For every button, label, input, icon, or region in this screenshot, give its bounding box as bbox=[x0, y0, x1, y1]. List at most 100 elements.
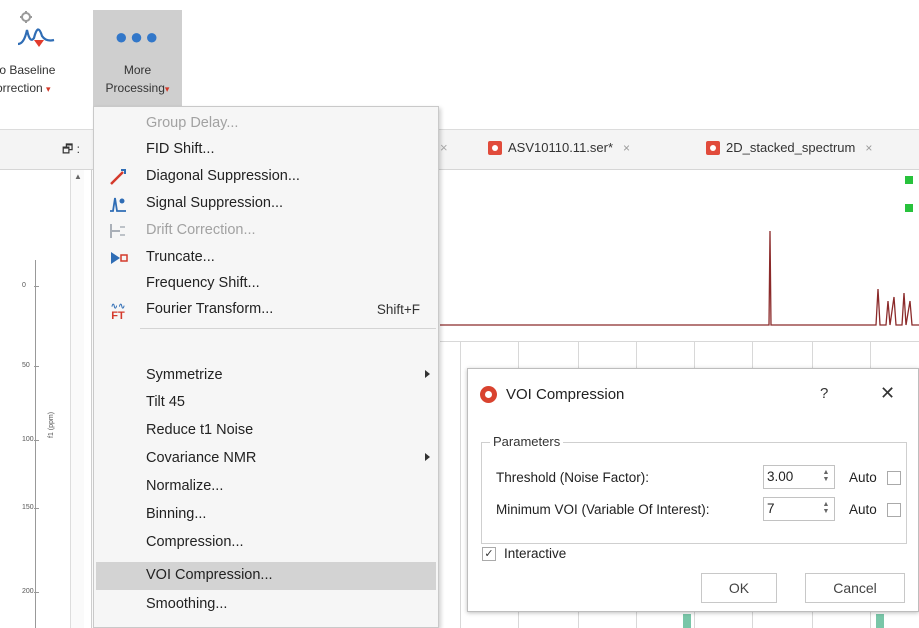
more-label-2-wrap: Processing▾ bbox=[93, 80, 182, 97]
menu-item-frequency-shift[interactable]: Frequency Shift... bbox=[94, 271, 438, 297]
min-voi-auto-checkbox[interactable] bbox=[887, 503, 901, 517]
menu-item-voi-compression[interactable]: VOI Compression... bbox=[96, 562, 436, 590]
axis-tick: 50 bbox=[22, 362, 39, 369]
grid-line bbox=[460, 341, 461, 628]
axis-tick: 200 bbox=[22, 588, 39, 595]
axis-tick: 0 bbox=[22, 282, 39, 289]
baseline-correction-icon bbox=[17, 11, 55, 47]
close-button[interactable]: ✕ bbox=[880, 383, 895, 404]
menu-item-label: Normalize... bbox=[146, 478, 224, 494]
baseline-label-1: to Baseline bbox=[0, 63, 56, 77]
menu-item-label: Tilt 45 bbox=[146, 394, 185, 410]
more-label-2: Processing bbox=[105, 81, 165, 95]
menu-item-binning[interactable]: Binning... bbox=[94, 502, 438, 528]
menu-item-truncate[interactable]: Truncate... bbox=[94, 245, 438, 271]
submenu-arrow-icon bbox=[425, 370, 430, 378]
ok-button[interactable]: OK bbox=[701, 573, 777, 603]
ft-icon-text: FT bbox=[111, 310, 125, 322]
menu-item-group-delay[interactable]: Group Delay... bbox=[94, 111, 438, 137]
menu-item-label: FID Shift... bbox=[146, 141, 215, 157]
threshold-spinner[interactable]: ▲ ▼ bbox=[820, 469, 832, 483]
contour-blob bbox=[683, 614, 691, 628]
grid-line bbox=[440, 341, 919, 342]
close-icon[interactable]: × bbox=[623, 141, 630, 155]
tab-2d-stacked-spectrum[interactable]: 2D_stacked_spectrum × bbox=[706, 140, 872, 155]
axis-label: f1 (ppm) bbox=[48, 411, 55, 438]
more-label-1: More bbox=[123, 63, 152, 77]
menu-item-compression[interactable]: Compression... bbox=[94, 530, 438, 556]
menu-item-reduce-t1-noise[interactable]: Reduce t1 Noise bbox=[94, 418, 438, 444]
tab-label: 2D_stacked_spectrum bbox=[726, 140, 856, 155]
axis-panel: 0 50 100 150 200 f1 (ppm) ▲ bbox=[0, 170, 92, 628]
close-icon[interactable]: × bbox=[865, 141, 872, 155]
dialog-title: VOI Compression bbox=[506, 386, 625, 403]
menu-item-tilt-45[interactable]: Tilt 45 bbox=[94, 390, 438, 416]
min-voi-spinner[interactable]: ▲ ▼ bbox=[820, 501, 832, 515]
chevron-down-icon: ▾ bbox=[46, 84, 51, 94]
menu-item-label: Frequency Shift... bbox=[146, 275, 260, 291]
close-icon[interactable]: × bbox=[440, 140, 448, 155]
menu-item-smoothing[interactable]: Smoothing... bbox=[94, 592, 438, 618]
spectrum-trace bbox=[440, 230, 919, 326]
auto-baseline-correction-button[interactable]: to Baseline orrection ▾ bbox=[0, 8, 92, 104]
menu-item-drift-correction[interactable]: Drift Correction... bbox=[94, 218, 438, 244]
app-logo-icon bbox=[480, 386, 497, 403]
document-icon bbox=[488, 140, 502, 155]
menu-separator bbox=[140, 328, 436, 329]
menu-item-label: Drift Correction... bbox=[146, 222, 256, 238]
menu-item-signal-suppression[interactable]: Signal Suppression... bbox=[94, 191, 438, 217]
axis-tick: 150 bbox=[22, 504, 39, 511]
parameters-group: Parameters Threshold (Noise Factor): 3.0… bbox=[481, 434, 907, 544]
menu-item-normalize[interactable]: Normalize... bbox=[94, 474, 438, 500]
more-processing-menu: Group Delay... FID Shift... Diagonal Sup… bbox=[93, 106, 439, 628]
menu-item-label: Fourier Transform... bbox=[146, 301, 274, 317]
help-button[interactable]: ? bbox=[820, 385, 828, 402]
menu-item-label: Smoothing... bbox=[146, 596, 228, 612]
contour-blob bbox=[876, 614, 884, 628]
scroll-up-icon[interactable]: ▲ bbox=[74, 172, 82, 181]
menu-item-label: Truncate... bbox=[146, 249, 215, 265]
menu-item-label: Binning... bbox=[146, 506, 207, 522]
chevron-down-icon: ▾ bbox=[164, 84, 170, 94]
voi-compression-dialog: VOI Compression ? ✕ Parameters Threshold… bbox=[467, 368, 919, 612]
cancel-button[interactable]: Cancel bbox=[805, 573, 905, 603]
menu-item-label: Reduce t1 Noise bbox=[146, 422, 254, 438]
vertical-scrollbar[interactable]: ▲ bbox=[70, 170, 84, 628]
menu-item-label: VOI Compression... bbox=[146, 567, 273, 583]
threshold-auto-label: Auto bbox=[849, 470, 877, 485]
interactive-label: Interactive bbox=[504, 546, 567, 561]
menu-item-symmetrize[interactable]: Symmetrize bbox=[94, 363, 438, 389]
tab-asv10110[interactable]: ASV10110.11.ser* × bbox=[488, 140, 630, 155]
baseline-label-2-wrap: orrection ▾ bbox=[0, 80, 92, 97]
threshold-label: Threshold (Noise Factor): bbox=[496, 470, 650, 485]
shortcut-label: Shift+F bbox=[376, 302, 420, 317]
tab-label: ASV10110.11.ser* bbox=[508, 140, 614, 155]
menu-item-fid-shift[interactable]: FID Shift... bbox=[94, 137, 438, 163]
group-title: Parameters bbox=[490, 434, 564, 449]
interactive-checkbox[interactable]: ✓ bbox=[482, 547, 496, 561]
axis-line bbox=[35, 260, 36, 628]
truncate-icon bbox=[111, 252, 128, 264]
document-icon bbox=[706, 140, 720, 155]
menu-item-fourier-transform[interactable]: ∿∿ FT Fourier Transform... Shift+F bbox=[94, 297, 438, 323]
menu-item-label: Covariance NMR bbox=[146, 450, 257, 466]
menu-item-label: Compression... bbox=[146, 534, 244, 550]
baseline-label-2: orrection bbox=[0, 81, 43, 95]
threshold-auto-checkbox[interactable] bbox=[887, 471, 901, 485]
tab-close-hidden[interactable]: × bbox=[440, 140, 448, 155]
min-voi-label: Minimum VOI (Variable Of Interest): bbox=[496, 502, 710, 517]
pin-panel-icon[interactable]: 🗗 : bbox=[62, 140, 80, 161]
axis-tick: 100 bbox=[22, 436, 39, 443]
more-processing-button[interactable]: ●●● More Processing▾ bbox=[93, 10, 182, 106]
menu-item-label: Signal Suppression... bbox=[146, 195, 284, 211]
menu-item-diagonal-suppression[interactable]: Diagonal Suppression... bbox=[94, 164, 438, 190]
drift-correction-icon bbox=[110, 224, 125, 238]
menu-item-label: Group Delay... bbox=[146, 115, 239, 131]
menu-item-label: Diagonal Suppression... bbox=[146, 168, 300, 184]
more-dots-icon: ●●● bbox=[114, 24, 161, 49]
menu-item-label: Symmetrize bbox=[146, 367, 223, 383]
diagonal-suppression-icon bbox=[110, 169, 126, 185]
menu-item-covariance-nmr[interactable]: Covariance NMR bbox=[94, 446, 438, 472]
fourier-transform-icon: ∿∿ FT bbox=[110, 301, 126, 322]
signal-suppression-icon bbox=[110, 197, 126, 212]
